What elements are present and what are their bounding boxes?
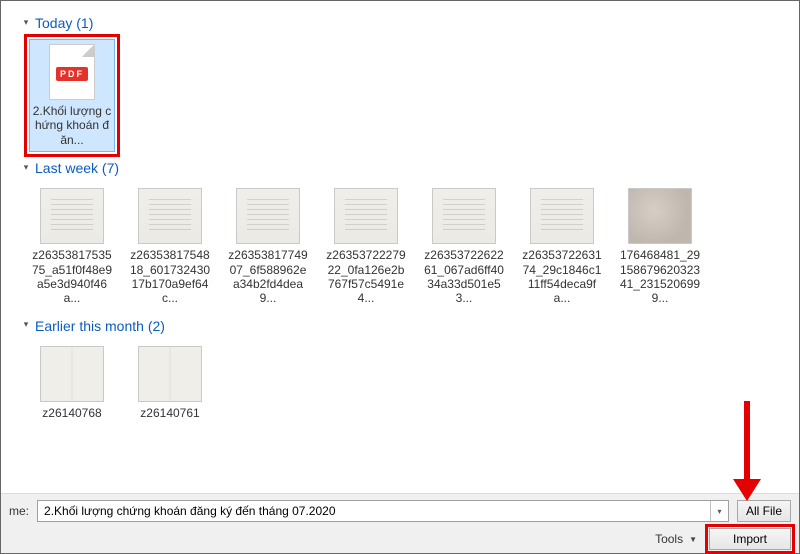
- chevron-down-icon[interactable]: ▾: [710, 501, 728, 521]
- file-item-pdf[interactable]: PDF 2.Khối lượng chứng khoán đăn...: [29, 39, 115, 152]
- document-thumb-icon: [138, 188, 202, 244]
- file-name: z2635372262261_067ad6ff4034a33d501e53...: [423, 248, 505, 306]
- group-items-earlier: z26140768 z26140761: [29, 342, 789, 424]
- group-header-today[interactable]: ▾ Today (1): [21, 15, 789, 31]
- photo-thumb-icon: [628, 188, 692, 244]
- chevron-down-icon: ▾: [21, 17, 31, 27]
- dialog-footer: me: ▾ All File Tools ▼ Import: [1, 493, 799, 553]
- file-name: 2.Khối lượng chứng khoán đăn...: [32, 104, 112, 147]
- file-name: z26140768: [31, 406, 113, 420]
- document-thumb-icon: [138, 346, 202, 402]
- file-item[interactable]: z2635372227922_0fa126e2b767f57c5491e4...: [323, 184, 409, 310]
- group-items-today: PDF 2.Khối lượng chứng khoán đăn...: [29, 39, 789, 152]
- tools-menu-button[interactable]: Tools ▼: [655, 532, 697, 546]
- chevron-down-icon: ▾: [21, 162, 31, 172]
- file-item[interactable]: z2635372263174_29c1846c111ff54deca9fa...: [519, 184, 605, 310]
- document-thumb-icon: [40, 188, 104, 244]
- file-name: z2635381753575_a51f0f48e9a5e3d940f46a...: [31, 248, 113, 306]
- pdf-icon: PDF: [49, 44, 95, 100]
- file-item[interactable]: z2635381753575_a51f0f48e9a5e3d940f46a...: [29, 184, 115, 310]
- document-thumb-icon: [236, 188, 300, 244]
- group-label: Last week (7): [35, 160, 119, 176]
- file-item[interactable]: z2635372262261_067ad6ff4034a33d501e53...: [421, 184, 507, 310]
- document-thumb-icon: [334, 188, 398, 244]
- group-header-earlier[interactable]: ▾ Earlier this month (2): [21, 318, 789, 334]
- document-thumb-icon: [530, 188, 594, 244]
- file-browser-area[interactable]: ▾ Today (1) PDF 2.Khối lượng chứng khoán…: [11, 1, 799, 493]
- document-thumb-icon: [432, 188, 496, 244]
- file-name: z2635381774907_6f588962ea34b2fd4dea9...: [227, 248, 309, 306]
- file-item[interactable]: z26140768: [29, 342, 115, 424]
- file-name: z2635381754818_60173243017b170a9ef64c...: [129, 248, 211, 306]
- file-item[interactable]: z2635381774907_6f588962ea34b2fd4dea9...: [225, 184, 311, 310]
- file-item[interactable]: z26140761: [127, 342, 213, 424]
- filename-combobox[interactable]: ▾: [37, 500, 729, 522]
- group-header-lastweek[interactable]: ▾ Last week (7): [21, 160, 789, 176]
- chevron-down-icon: ▼: [689, 535, 697, 544]
- filename-input[interactable]: [38, 501, 710, 521]
- document-thumb-icon: [40, 346, 104, 402]
- file-type-filter[interactable]: All File: [737, 500, 791, 522]
- file-name: z2635372263174_29c1846c111ff54deca9fa...: [521, 248, 603, 306]
- group-label: Today (1): [35, 15, 93, 31]
- file-name: z26140761: [129, 406, 211, 420]
- group-label: Earlier this month (2): [35, 318, 165, 334]
- file-name: 176468481_2915867962032341_2315206999...: [619, 248, 701, 306]
- file-name: z2635372227922_0fa126e2b767f57c5491e4...: [325, 248, 407, 306]
- pdf-badge: PDF: [56, 67, 88, 81]
- chevron-down-icon: ▾: [21, 320, 31, 330]
- file-item[interactable]: z2635381754818_60173243017b170a9ef64c...: [127, 184, 213, 310]
- filename-label: me:: [9, 504, 29, 518]
- import-button[interactable]: Import: [709, 528, 791, 550]
- group-items-lastweek: z2635381753575_a51f0f48e9a5e3d940f46a...…: [29, 184, 789, 310]
- file-item[interactable]: 176468481_2915867962032341_2315206999...: [617, 184, 703, 310]
